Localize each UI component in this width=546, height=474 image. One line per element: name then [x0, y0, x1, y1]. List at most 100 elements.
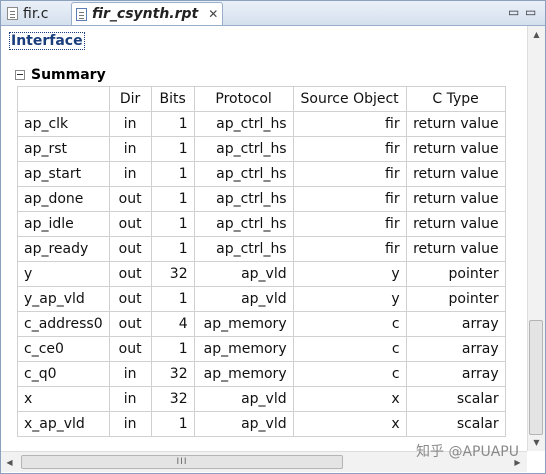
- column-header: Dir: [108, 86, 152, 112]
- table-cell: out: [108, 236, 152, 262]
- table-cell: in: [108, 161, 152, 187]
- scroll-left-icon[interactable]: ◀: [1, 452, 18, 472]
- table-row: x in 32 ap_vld x scalar: [17, 386, 506, 412]
- close-tab-icon[interactable]: ✕: [208, 7, 218, 21]
- table-row: y_ap_vld out 1 ap_vld y pointer: [17, 286, 506, 312]
- table-cell: fir: [292, 236, 407, 262]
- summary-title: Summary: [31, 67, 106, 83]
- table-cell: array: [405, 361, 506, 387]
- table-cell: ap_ctrl_hs: [193, 236, 294, 262]
- scroll-down-icon[interactable]: ▼: [528, 434, 545, 451]
- table-cell: return value: [405, 161, 506, 187]
- tab-fir-c[interactable]: fir.c: [3, 3, 69, 24]
- column-header: Source Object: [292, 86, 407, 112]
- table-row: ap_clk in 1 ap_ctrl_hs fir return value: [17, 111, 506, 137]
- table-cell: ap_vld: [193, 411, 294, 437]
- table-cell: x: [17, 386, 110, 412]
- horizontal-scroll-thumb[interactable]: III: [21, 455, 343, 469]
- watermark: 知乎 @APUAPU: [416, 444, 519, 460]
- table-cell: scalar: [405, 411, 506, 437]
- table-cell: array: [405, 336, 506, 362]
- table-cell: return value: [405, 236, 506, 262]
- table-cell: fir: [292, 186, 407, 212]
- table-cell: out: [108, 186, 152, 212]
- interface-table: Dir Bits Protocol Source Object C Type a…: [17, 86, 506, 437]
- table-cell: ap_ctrl_hs: [193, 136, 294, 162]
- table-cell: in: [108, 411, 152, 437]
- table-row: y out 32 ap_vld y pointer: [17, 261, 506, 287]
- table-cell: array: [405, 311, 506, 337]
- column-header: Protocol: [193, 86, 294, 112]
- table-cell: fir: [292, 136, 407, 162]
- minimize-icon[interactable]: ▭: [508, 5, 519, 19]
- table-cell: out: [108, 261, 152, 287]
- table-cell: ap_rst: [17, 136, 110, 162]
- table-cell: ap_memory: [193, 336, 294, 362]
- table-cell: c: [292, 311, 407, 337]
- table-cell: c_ce0: [17, 336, 110, 362]
- table-cell: 1: [150, 211, 195, 237]
- report-content: Interface Summary Dir Bits Protocol Sour…: [1, 26, 527, 451]
- table-header-row: Dir Bits Protocol Source Object C Type: [17, 86, 506, 112]
- table-cell: 4: [150, 311, 195, 337]
- table-cell: 1: [150, 186, 195, 212]
- table-cell: ap_memory: [193, 361, 294, 387]
- table-cell: y: [292, 261, 407, 287]
- table-cell: ap_ctrl_hs: [193, 161, 294, 187]
- table-cell: c: [292, 361, 407, 387]
- table-row: c_ce0 out 1 ap_memory c array: [17, 336, 506, 362]
- table-cell: 1: [150, 336, 195, 362]
- table-cell: 1: [150, 136, 195, 162]
- table-row: ap_start in 1 ap_ctrl_hs fir return value: [17, 161, 506, 187]
- table-cell: ap_idle: [17, 211, 110, 237]
- table-cell: return value: [405, 186, 506, 212]
- table-cell: pointer: [405, 286, 506, 312]
- table-cell: x_ap_vld: [17, 411, 110, 437]
- summary-header[interactable]: Summary: [15, 67, 106, 83]
- table-cell: fir: [292, 111, 407, 137]
- scroll-grip: III: [176, 457, 188, 467]
- table-cell: c_address0: [17, 311, 110, 337]
- section-title[interactable]: Interface: [9, 32, 85, 50]
- table-cell: 1: [150, 161, 195, 187]
- table-cell: x: [292, 386, 407, 412]
- table-row: c_address0 out 4 ap_memory c array: [17, 311, 506, 337]
- vertical-scrollbar[interactable]: ▲ ▼: [527, 26, 545, 451]
- table-cell: ap_done: [17, 186, 110, 212]
- column-header: [17, 86, 110, 112]
- table-cell: y_ap_vld: [17, 286, 110, 312]
- table-cell: c_q0: [17, 361, 110, 387]
- table-row: ap_idle out 1 ap_ctrl_hs fir return value: [17, 211, 506, 237]
- column-header: C Type: [405, 86, 506, 112]
- table-cell: scalar: [405, 386, 506, 412]
- tab-fir-csynth-rpt[interactable]: fir_csynth.rpt ✕: [71, 2, 223, 25]
- tab-label: fir.c: [23, 5, 49, 22]
- table-cell: ap_ctrl_hs: [193, 111, 294, 137]
- table-cell: in: [108, 361, 152, 387]
- column-header: Bits: [150, 86, 195, 112]
- table-cell: ap_start: [17, 161, 110, 187]
- collapse-icon[interactable]: [15, 70, 25, 80]
- table-cell: pointer: [405, 261, 506, 287]
- report-window: fir.c fir_csynth.rpt ✕ ▭ ▭ Interface Sum…: [0, 0, 546, 474]
- table-cell: ap_ctrl_hs: [193, 186, 294, 212]
- scroll-up-icon[interactable]: ▲: [528, 26, 545, 43]
- table-cell: 1: [150, 286, 195, 312]
- table-cell: ap_clk: [17, 111, 110, 137]
- table-row: ap_ready out 1 ap_ctrl_hs fir return value: [17, 236, 506, 262]
- table-cell: ap_ctrl_hs: [193, 211, 294, 237]
- table-cell: 1: [150, 111, 195, 137]
- maximize-icon[interactable]: ▭: [525, 5, 536, 19]
- table-cell: out: [108, 336, 152, 362]
- table-cell: out: [108, 311, 152, 337]
- table-row: ap_done out 1 ap_ctrl_hs fir return value: [17, 186, 506, 212]
- table-cell: c: [292, 336, 407, 362]
- table-cell: ap_vld: [193, 286, 294, 312]
- table-cell: ap_ready: [17, 236, 110, 262]
- table-cell: fir: [292, 211, 407, 237]
- table-cell: return value: [405, 211, 506, 237]
- table-cell: return value: [405, 111, 506, 137]
- c-file-icon: [7, 7, 18, 20]
- table-cell: fir: [292, 161, 407, 187]
- vertical-scroll-thumb[interactable]: [529, 320, 543, 435]
